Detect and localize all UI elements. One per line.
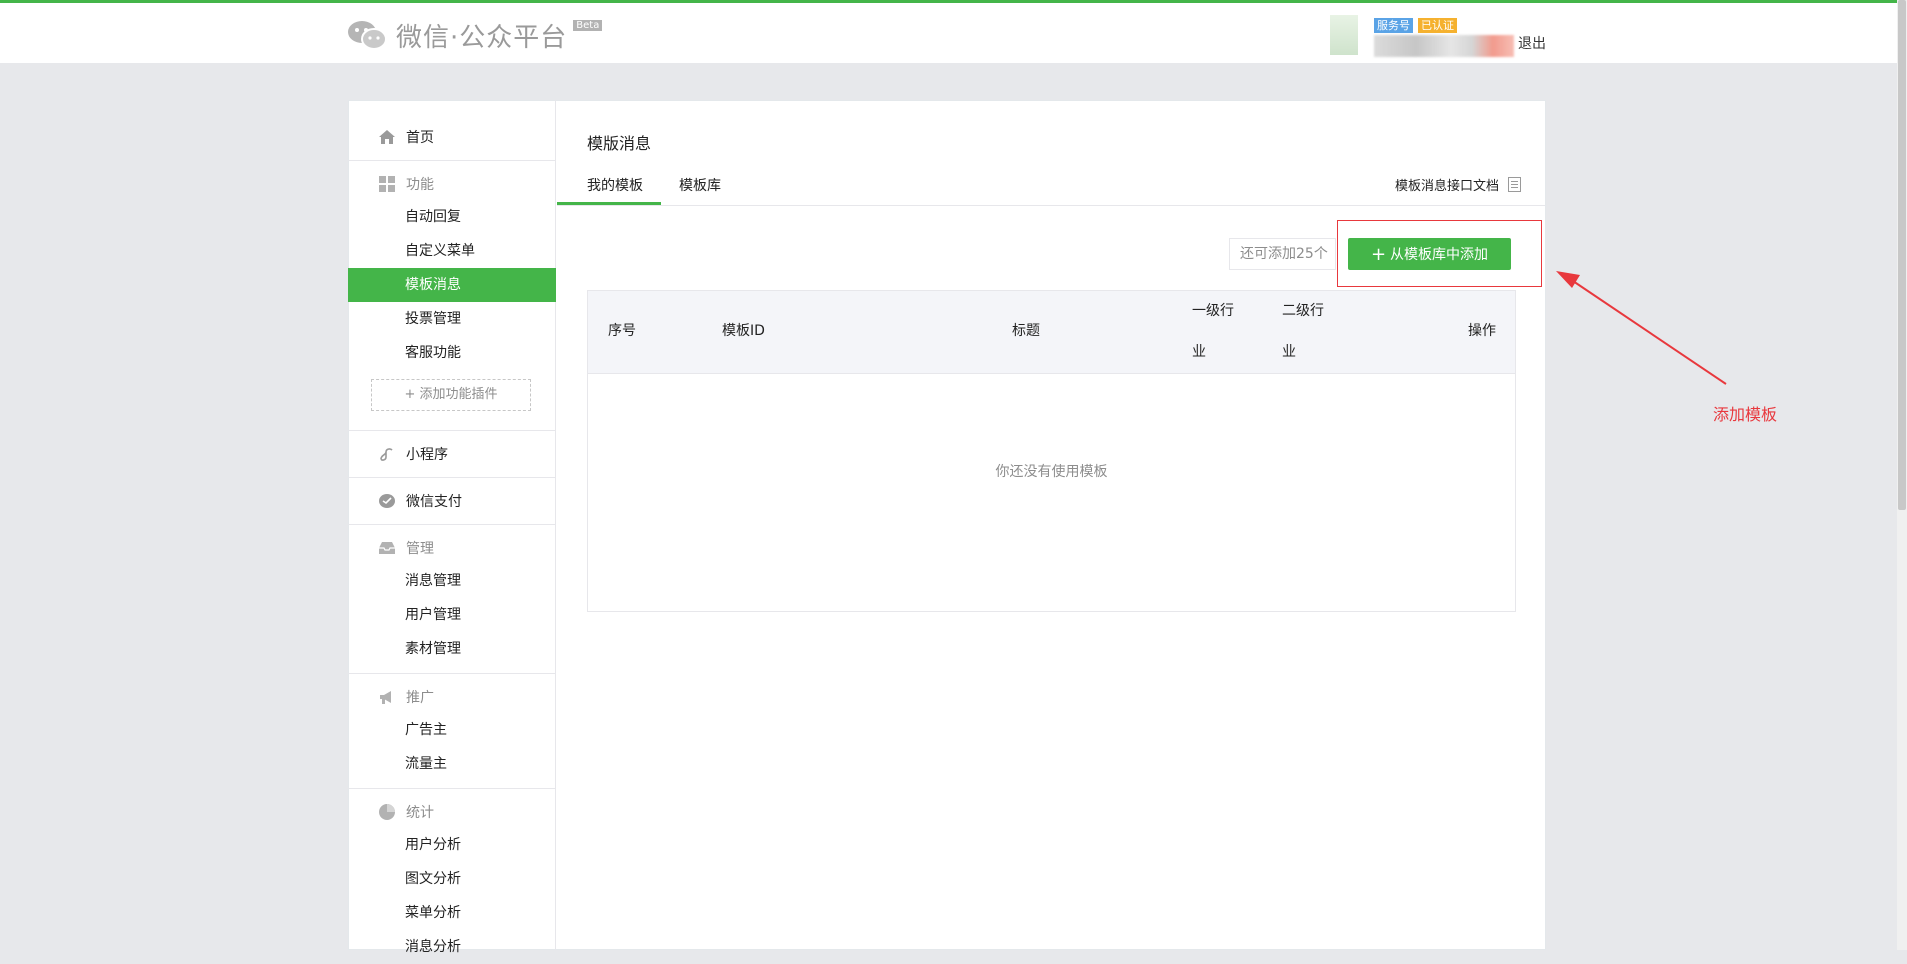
verified-badge: 已认证 <box>1418 18 1457 33</box>
empty-state-text: 你还没有使用模板 <box>995 464 1108 480</box>
table-header: 序号 模板ID 标题 一级行 业 二级行 业 操作 <box>588 291 1515 374</box>
sidebar-item-message-management[interactable]: 消息管理 <box>348 564 556 598</box>
inbox-icon <box>378 539 396 557</box>
divider <box>348 477 555 478</box>
sidebar-section-label: 推广 <box>406 690 434 706</box>
column-header-index: 序号 <box>608 323 636 339</box>
api-doc-link[interactable]: 模板消息接口文档 <box>1395 175 1521 194</box>
sidebar-item-label: 微信支付 <box>406 494 462 510</box>
logout-link[interactable]: 退出 <box>1518 33 1546 53</box>
sidebar-section-label: 功能 <box>406 177 434 193</box>
add-plugin-button[interactable]: + 添加功能插件 <box>371 379 531 411</box>
remaining-quota: 还可添加25个 <box>1229 238 1336 270</box>
annotation-label: 添加模板 <box>1713 405 1778 424</box>
column-header-primary-industry-line1: 一级行 <box>1192 303 1234 319</box>
mini-program-icon <box>378 445 396 463</box>
sidebar-item-wechat-pay[interactable]: 微信支付 <box>348 489 462 513</box>
sidebar-item-user-analysis[interactable]: 用户分析 <box>348 828 556 862</box>
sidebar-section-label: 统计 <box>406 805 434 821</box>
templates-table: 序号 模板ID 标题 一级行 业 二级行 业 操作 你还没有使用模板 <box>587 290 1516 612</box>
sidebar-section-management: 管理 <box>348 536 434 560</box>
active-tab-indicator <box>557 202 661 205</box>
sidebar-section-statistics: 统计 <box>348 800 434 824</box>
sidebar-item-article-analysis[interactable]: 图文分析 <box>348 862 556 896</box>
sidebar-item-template-message[interactable]: 模板消息 <box>348 268 556 302</box>
megaphone-icon <box>378 688 396 706</box>
sidebar-item-message-analysis[interactable]: 消息分析 <box>348 930 556 964</box>
wechat-pay-icon <box>378 492 396 510</box>
sidebar-section-label: 管理 <box>406 541 434 557</box>
sidebar-item-user-management[interactable]: 用户管理 <box>348 598 556 632</box>
sidebar-item-advertiser[interactable]: 广告主 <box>348 713 556 747</box>
account-info[interactable]: 服务号 已认证 <box>1330 11 1550 63</box>
tab-my-templates[interactable]: 我的模板 <box>587 175 643 195</box>
divider <box>348 788 555 789</box>
column-header-title: 标题 <box>1012 323 1040 339</box>
api-doc-label: 模板消息接口文档 <box>1394 179 1499 194</box>
column-header-secondary-industry-line2: 业 <box>1282 344 1296 360</box>
sidebar-item-customer-service[interactable]: 客服功能 <box>348 336 556 370</box>
sidebar-item-material-management[interactable]: 素材管理 <box>348 632 556 666</box>
divider <box>348 524 555 525</box>
grid-icon <box>378 175 396 193</box>
beta-badge: Beta <box>573 20 603 31</box>
sidebar-item-label: 首页 <box>406 130 434 146</box>
account-name-blurred <box>1374 35 1514 57</box>
home-icon <box>378 128 396 146</box>
pie-chart-icon <box>378 803 396 821</box>
top-bar: 微信·公众平台 Beta 服务号 已认证 <box>0 0 1907 63</box>
sidebar-section-features: 功能 <box>348 172 434 196</box>
tab-bar: 我的模板 模板库 模板消息接口文档 <box>557 168 1545 206</box>
sidebar-item-mini-program[interactable]: 小程序 <box>348 442 448 466</box>
scrollbar-thumb[interactable] <box>1898 0 1906 510</box>
divider <box>348 430 555 431</box>
document-icon <box>1508 177 1521 192</box>
sidebar-item-auto-reply[interactable]: 自动回复 <box>348 200 556 234</box>
tab-template-library[interactable]: 模板库 <box>679 175 721 195</box>
sidebar-item-custom-menu[interactable]: 自定义菜单 <box>348 234 556 268</box>
column-header-action: 操作 <box>1468 323 1496 339</box>
sidebar-section-promotion: 推广 <box>348 685 434 709</box>
sidebar-item-label: 小程序 <box>406 447 448 463</box>
sidebar: 首页 功能 自动回复 自定义菜单 模板消息 投票管理 客服功能 + 添加功能插件… <box>348 100 556 955</box>
avatar[interactable] <box>1330 15 1358 55</box>
page-title: 模版消息 <box>587 134 652 153</box>
service-account-badge: 服务号 <box>1374 18 1413 33</box>
divider <box>348 160 555 161</box>
plus-icon: + <box>404 387 420 402</box>
annotation-highlight-box <box>1337 220 1542 287</box>
scrollbar[interactable] <box>1897 0 1907 950</box>
sidebar-item-home[interactable]: 首页 <box>348 125 434 149</box>
sidebar-item-traffic-owner[interactable]: 流量主 <box>348 747 556 781</box>
column-header-template-id: 模板ID <box>722 323 765 339</box>
column-header-primary-industry-line2: 业 <box>1192 344 1206 360</box>
wechat-logo-icon <box>346 18 390 54</box>
sidebar-item-menu-analysis[interactable]: 菜单分析 <box>348 896 556 930</box>
column-header-secondary-industry-line1: 二级行 <box>1282 303 1324 319</box>
logo-text: 微信·公众平台 <box>396 23 568 53</box>
sidebar-item-vote-management[interactable]: 投票管理 <box>348 302 556 336</box>
add-plugin-label: 添加功能插件 <box>419 387 498 402</box>
logo[interactable]: 微信·公众平台 Beta <box>346 17 603 54</box>
divider <box>348 673 555 674</box>
